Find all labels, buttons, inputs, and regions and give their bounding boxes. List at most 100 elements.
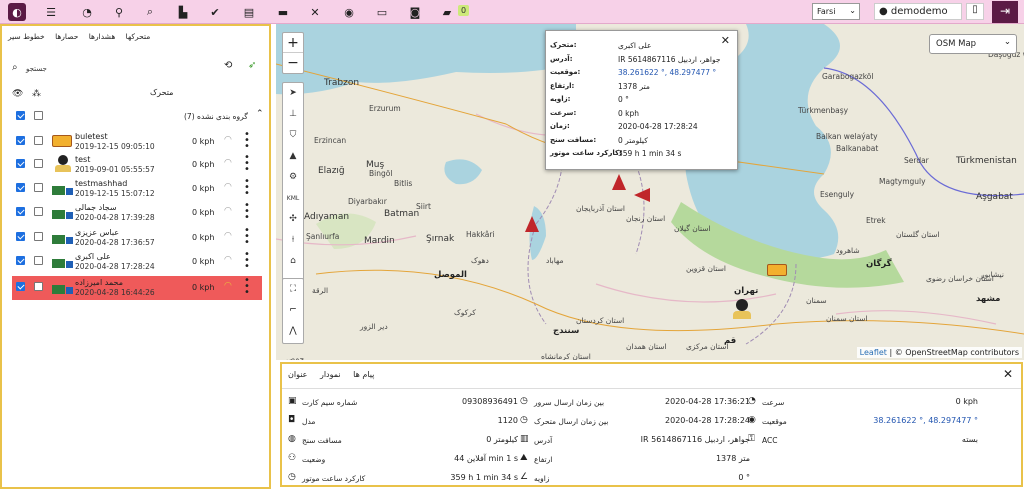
navigate-icon[interactable]: ➤: [283, 83, 303, 104]
vehicle-icon[interactable]: ▬: [274, 3, 292, 21]
map-label: استان زنجان: [626, 214, 666, 223]
tab-vehicles[interactable]: متحرکها: [126, 32, 151, 41]
vehicle-marker[interactable]: [634, 188, 650, 202]
camera-icon[interactable]: ◙: [406, 3, 424, 21]
more-menu-icon[interactable]: • • •: [244, 130, 250, 152]
speedometer-icon[interactable]: ◔: [78, 3, 96, 21]
line-tool-icon[interactable]: ⌐: [283, 300, 303, 321]
check-icon[interactable]: ✔: [206, 3, 224, 21]
shield-icon[interactable]: ⛉: [283, 125, 303, 146]
fullscreen-icon[interactable]: ⛶: [283, 279, 303, 300]
chat-icon[interactable]: ▰: [438, 3, 456, 21]
eye-icon[interactable]: 👁: [12, 89, 23, 99]
detail-key: وضعیت: [302, 455, 326, 464]
zoom-out-button[interactable]: −: [283, 53, 303, 73]
visible-checkbox[interactable]: [16, 256, 25, 267]
caret-up-icon[interactable]: ⌃: [256, 109, 264, 119]
sliders-icon[interactable]: ☰: [42, 3, 60, 21]
code-icon[interactable]: ▭: [373, 3, 391, 21]
detail-row: ◉ موقعیت 38.261622 °, 48.297477 °: [748, 415, 978, 429]
signal-icon: ◠: [224, 281, 232, 291]
person-icon[interactable]: [733, 299, 751, 319]
leaflet-link[interactable]: Leaflet: [860, 348, 887, 357]
visible-checkbox[interactable]: [16, 136, 25, 147]
mobile-icon[interactable]: ▯: [966, 3, 984, 20]
list-item[interactable]: محمد امیرزاده 2020-04-28 16:44:26 0 kph ◠ • •…: [12, 276, 262, 300]
map-book-icon[interactable]: ▤: [240, 3, 258, 21]
more-menu-icon[interactable]: • • •: [244, 250, 250, 272]
tools-icon[interactable]: ✕: [306, 3, 324, 21]
more-menu-icon[interactable]: • • •: [244, 177, 250, 199]
track-checkbox[interactable]: [34, 232, 43, 243]
more-menu-icon[interactable]: • • •: [244, 201, 250, 223]
popup-key: زمان:: [550, 122, 570, 130]
track-checkbox[interactable]: [34, 207, 43, 218]
visible-checkbox[interactable]: [16, 159, 25, 170]
vehicle-marker[interactable]: [525, 216, 539, 232]
bus-icon[interactable]: [767, 264, 787, 276]
language-select[interactable]: Farsi ⌄: [812, 3, 860, 20]
track-checkbox[interactable]: [34, 136, 43, 147]
track-checkbox[interactable]: [34, 256, 43, 267]
footprint-icon[interactable]: ⁂: [32, 89, 41, 99]
odometer-icon: ◍: [288, 434, 296, 444]
group-visible-checkbox[interactable]: [16, 111, 25, 122]
track-checkbox[interactable]: [34, 159, 43, 170]
search-label[interactable]: جستجو: [26, 65, 47, 73]
tab-alerts[interactable]: هشدارها: [89, 32, 116, 41]
osm-attribution[interactable]: | © OpenStreetMap contributors: [889, 348, 1019, 357]
tab-geofences[interactable]: حصارها: [55, 32, 78, 41]
tab-title[interactable]: عنوان: [288, 370, 307, 379]
popup-key: موقعیت:: [550, 68, 581, 76]
visible-checkbox[interactable]: [16, 207, 25, 218]
visible-checkbox[interactable]: [16, 232, 25, 243]
list-item[interactable]: buletest 2019-12-15 09:05:10 0 kph ◠ • • •: [12, 130, 262, 154]
group-track-checkbox[interactable]: [34, 111, 43, 122]
more-menu-icon[interactable]: • • •: [244, 153, 250, 175]
vehicle-marker[interactable]: [612, 174, 626, 190]
user-menu[interactable]: ● demodemo: [874, 3, 962, 20]
search-icon[interactable]: ⌕: [141, 3, 159, 21]
map-layer-select[interactable]: OSM Map ⌄: [929, 34, 1017, 54]
detail-value[interactable]: 38.261622 °, 48.297477 °: [873, 416, 978, 425]
list-item[interactable]: testmashhad 2019-12-15 15:07:12 0 kph ◠ • • •: [12, 177, 262, 201]
send-icon[interactable]: ➶: [248, 60, 256, 71]
list-item[interactable]: سجاد جمالی 2020-04-28 17:39:28 0 kph ◠ • • •: [12, 201, 262, 225]
chart-icon[interactable]: ▙: [174, 3, 192, 21]
logout-icon[interactable]: ⇥: [992, 1, 1018, 23]
track-checkbox[interactable]: [34, 282, 43, 293]
tab-routes[interactable]: خطوط سیر: [8, 32, 45, 41]
popup-value[interactable]: 38.261622 °, 48.297477 °: [618, 68, 716, 77]
refresh-icon[interactable]: ⟲: [224, 60, 232, 71]
tab-messages[interactable]: پیام ها: [353, 370, 374, 379]
kml-icon[interactable]: KML: [283, 188, 303, 209]
track-checkbox[interactable]: [34, 183, 43, 194]
detail-row: ∠ زاویه 0 °: [520, 472, 750, 486]
visible-checkbox[interactable]: [16, 282, 25, 293]
search-icon[interactable]: ⌕: [12, 62, 18, 73]
map-label: دیر الزور: [360, 322, 388, 331]
gear-icon[interactable]: ⚙: [283, 167, 303, 188]
road-icon[interactable]: ▲: [283, 146, 303, 167]
vehicle-name: عباس عزیزی: [75, 228, 120, 237]
map-label: حمص: [286, 354, 305, 360]
group-row[interactable]: (7) گروه بندی نشده ⌃: [16, 109, 266, 123]
more-menu-icon[interactable]: • • •: [244, 226, 250, 248]
database-icon[interactable]: ◉: [340, 3, 358, 21]
angle-tool-icon[interactable]: ⋀: [283, 321, 303, 342]
location-pin-icon[interactable]: ⚲: [110, 3, 128, 21]
layers-icon[interactable]: ⌂: [283, 251, 303, 272]
zoom-in-button[interactable]: +: [283, 33, 303, 53]
close-icon[interactable]: ✕: [1003, 367, 1013, 381]
bus-icon: [52, 132, 74, 150]
crosshair-icon[interactable]: ✣: [283, 209, 303, 230]
visible-checkbox[interactable]: [16, 183, 25, 194]
more-menu-icon[interactable]: • • •: [244, 276, 250, 298]
list-item[interactable]: test 2019-09-01 05:55:57 0 kph ◠ • • •: [12, 153, 262, 177]
list-item[interactable]: عباس عزیزی 2020-04-28 17:36:57 0 kph ◠ • • •: [12, 226, 262, 250]
logo-icon[interactable]: ◐: [8, 3, 26, 21]
list-item[interactable]: علی اکبری 2020-04-28 17:28:24 0 kph ◠ • • •: [12, 250, 262, 274]
ruler-icon[interactable]: ⊥: [283, 104, 303, 125]
tab-chart[interactable]: نمودار: [320, 370, 341, 379]
thermometer-icon[interactable]: ⍿: [283, 230, 303, 251]
